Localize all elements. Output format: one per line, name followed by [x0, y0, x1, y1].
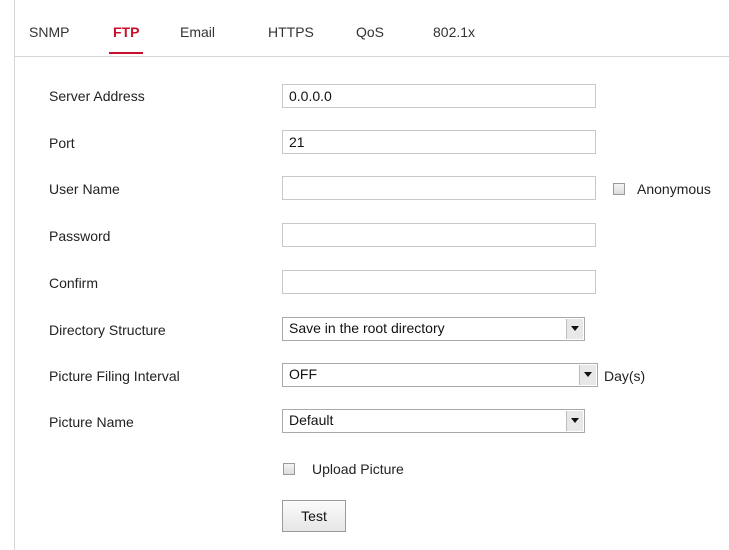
tab-8021x[interactable]: 802.1x — [433, 22, 475, 42]
confirm-label: Confirm — [49, 275, 99, 291]
picture-filing-interval-value: OFF — [289, 366, 317, 382]
picture-name-value: Default — [289, 412, 334, 428]
server-address-label: Server Address — [49, 88, 145, 104]
active-tab-underline — [109, 52, 144, 54]
password-label: Password — [49, 228, 111, 244]
port-label: Port — [49, 135, 75, 151]
user-name-label: User Name — [49, 181, 120, 197]
chevron-down-icon[interactable] — [566, 319, 583, 339]
upload-picture-label: Upload Picture — [312, 461, 404, 477]
port-input[interactable] — [282, 130, 596, 154]
directory-structure-value: Save in the root directory — [289, 320, 445, 336]
picture-name-select[interactable]: Default — [282, 409, 585, 433]
directory-structure-select[interactable]: Save in the root directory — [282, 317, 585, 341]
tab-ftp-label: FTP — [113, 24, 140, 40]
password-input[interactable] — [282, 223, 596, 247]
ftp-settings-panel: SNMP FTP Email HTTPS QoS 802.1x Server A… — [14, 0, 729, 550]
server-address-input[interactable] — [282, 84, 596, 108]
confirm-password-input[interactable] — [282, 270, 596, 294]
user-name-input[interactable] — [282, 176, 596, 200]
chevron-down-icon[interactable] — [579, 365, 596, 385]
picture-filing-interval-select[interactable]: OFF — [282, 363, 598, 387]
directory-structure-label: Directory Structure — [49, 322, 166, 338]
interval-unit-label: Day(s) — [604, 368, 646, 384]
tab-email[interactable]: Email — [180, 22, 215, 42]
test-button[interactable]: Test — [282, 500, 346, 532]
upload-picture-checkbox[interactable] — [283, 463, 295, 475]
anonymous-label: Anonymous — [637, 181, 711, 197]
picture-name-label: Picture Name — [49, 414, 134, 430]
anonymous-checkbox[interactable] — [613, 183, 625, 195]
tab-snmp[interactable]: SNMP — [29, 22, 69, 42]
chevron-down-icon[interactable] — [566, 411, 583, 431]
tab-https[interactable]: HTTPS — [268, 22, 314, 42]
tab-qos[interactable]: QoS — [356, 22, 384, 42]
tab-ftp[interactable]: FTP — [109, 22, 144, 54]
settings-tab-bar: SNMP FTP Email HTTPS QoS 802.1x — [15, 0, 729, 57]
picture-filing-interval-label: Picture Filing Interval — [49, 368, 180, 384]
